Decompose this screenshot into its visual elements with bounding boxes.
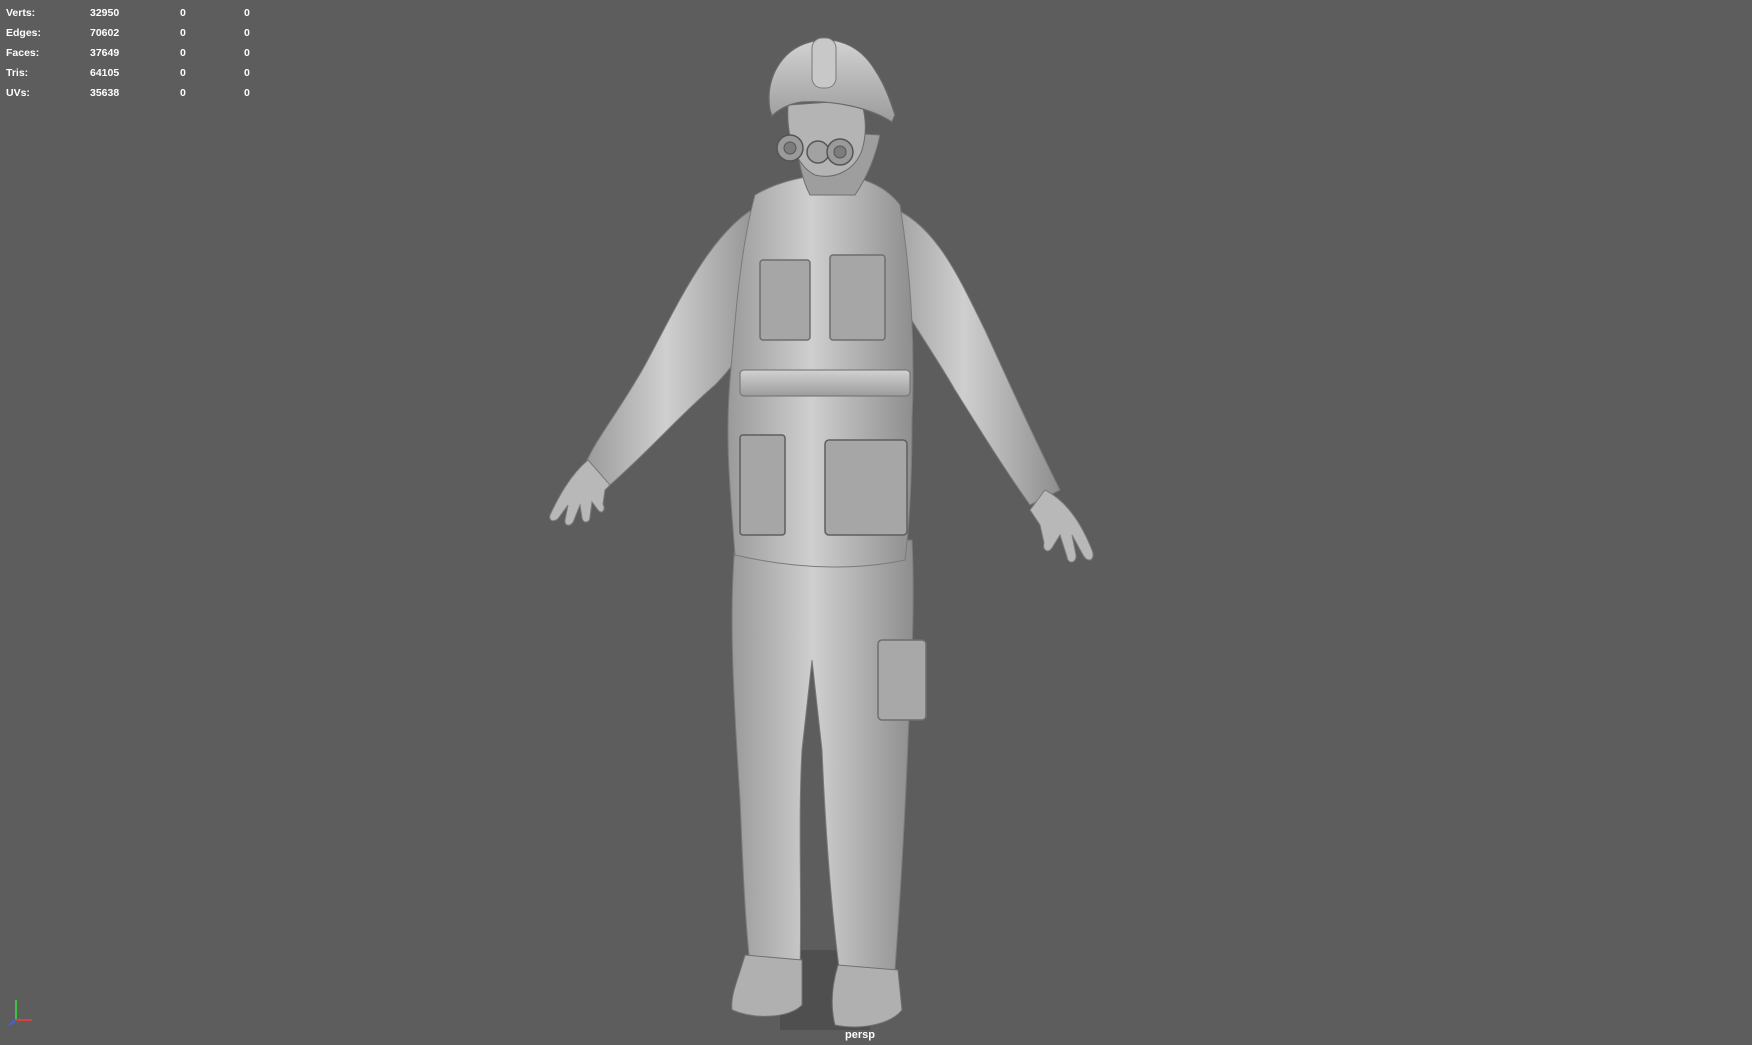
hud-label: Verts: (6, 7, 36, 19)
hud-row-edges: Edges: 70602 0 0 (6, 23, 266, 43)
lower-pocket-left (739, 434, 786, 536)
hud-value: 0 (244, 87, 250, 99)
left-boot (731, 954, 803, 1017)
poly-count-hud: Verts: 32950 0 0 Edges: 70602 0 0 Faces:… (6, 3, 266, 103)
hud-value: 0 (244, 7, 250, 19)
hud-value: 0 (244, 67, 250, 79)
hud-value: 0 (180, 67, 186, 79)
hud-label: Tris: (6, 67, 29, 79)
hud-value: 35638 (90, 87, 120, 99)
axis-gizmo (8, 1000, 32, 1026)
camera-name-label: persp (845, 1029, 875, 1041)
hud-label: UVs: (6, 87, 30, 99)
chest-pocket-right (829, 254, 886, 341)
z-axis-line (8, 1019, 17, 1026)
firefighter-model[interactable] (540, 20, 1180, 1030)
cargo-pocket (877, 639, 927, 721)
hud-value: 0 (244, 47, 250, 59)
hud-label: Faces: (6, 47, 40, 59)
hud-value: 0 (180, 27, 186, 39)
helmet-crest (811, 37, 837, 89)
hud-row-faces: Faces: 37649 0 0 (6, 43, 266, 63)
hud-value: 0 (180, 87, 186, 99)
hud-value: 37649 (90, 47, 120, 59)
belt (739, 369, 911, 397)
right-hand (1029, 489, 1094, 563)
hud-row-tris: Tris: 64105 0 0 (6, 63, 266, 83)
chest-pocket-left (759, 259, 811, 341)
hud-value: 0 (180, 47, 186, 59)
right-boot (831, 964, 903, 1028)
hud-label: Edges: (6, 27, 42, 39)
hud-value: 64105 (90, 67, 120, 79)
hud-value: 0 (244, 27, 250, 39)
hud-value: 70602 (90, 27, 120, 39)
hud-value: 0 (180, 7, 186, 19)
hud-row-verts: Verts: 32950 0 0 (6, 3, 266, 23)
lower-pocket-right (824, 439, 908, 536)
trousers (731, 539, 914, 976)
3d-viewport[interactable]: Verts: 32950 0 0 Edges: 70602 0 0 Faces:… (0, 0, 1752, 1045)
hud-value: 32950 (90, 7, 120, 19)
hud-row-uvs: UVs: 35638 0 0 (6, 83, 266, 103)
